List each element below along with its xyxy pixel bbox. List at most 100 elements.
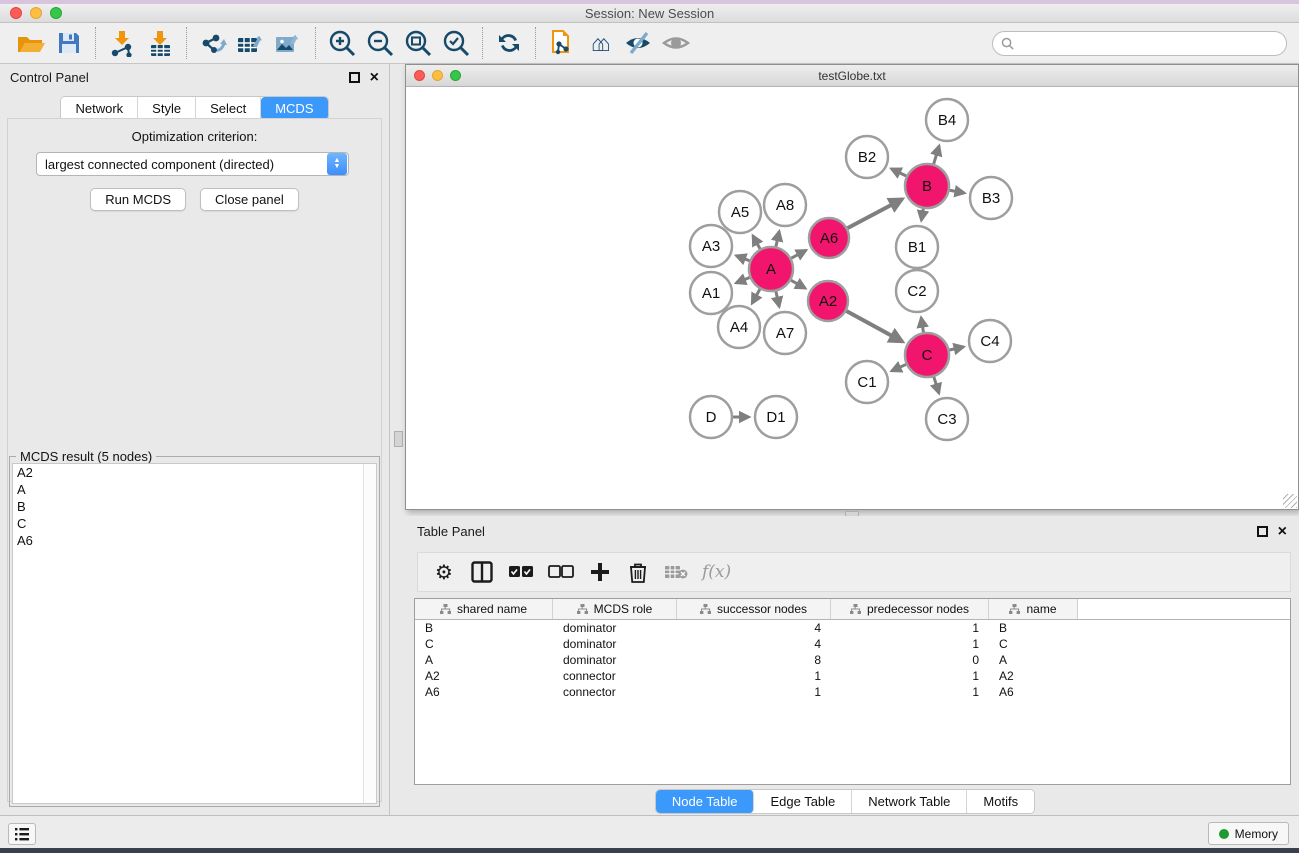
add-column-icon[interactable]: [588, 562, 612, 582]
memory-button[interactable]: Memory: [1208, 822, 1289, 845]
tab-style[interactable]: Style: [138, 97, 196, 120]
edge-C-C3[interactable]: [934, 377, 939, 393]
column-layout-icon[interactable]: [470, 561, 494, 583]
table-row[interactable]: Adominator80A: [415, 652, 1290, 668]
table-row[interactable]: A2connector11A2: [415, 668, 1290, 684]
window-resize-grip[interactable]: [1283, 494, 1297, 508]
node-B2[interactable]: B2: [846, 136, 888, 178]
table-row[interactable]: A6connector11A6: [415, 684, 1290, 700]
node-C2[interactable]: C2: [896, 270, 938, 312]
result-list-item[interactable]: A: [13, 481, 376, 498]
node-C[interactable]: C: [905, 333, 949, 377]
edge-B-B2[interactable]: [891, 169, 906, 176]
zoom-selected-button[interactable]: [437, 26, 475, 60]
table-tab-network-table[interactable]: Network Table: [852, 790, 967, 813]
node-B[interactable]: B: [905, 164, 949, 208]
delete-column-trash-icon[interactable]: [626, 562, 650, 583]
column-header-successor-nodes[interactable]: successor nodes: [677, 599, 831, 619]
result-scrollbar[interactable]: [363, 464, 376, 803]
edge-B-B3[interactable]: [950, 190, 965, 193]
table-tab-node-table[interactable]: Node Table: [656, 790, 755, 813]
select-all-columns-icon[interactable]: [508, 565, 534, 579]
close-panel-button[interactable]: Close panel: [200, 188, 299, 211]
column-header-name[interactable]: name: [989, 599, 1078, 619]
node-A2[interactable]: A2: [808, 281, 848, 321]
task-history-button[interactable]: [8, 823, 36, 845]
run-mcds-button[interactable]: Run MCDS: [90, 188, 186, 211]
zoom-out-button[interactable]: [361, 26, 399, 60]
edge-A-A5[interactable]: [753, 236, 760, 249]
save-session-button[interactable]: [50, 26, 88, 60]
node-D1[interactable]: D1: [755, 396, 797, 438]
column-header-MCDS-role[interactable]: MCDS role: [553, 599, 677, 619]
table-tab-edge-table[interactable]: Edge Table: [754, 790, 852, 813]
edge-A6-B[interactable]: [848, 199, 903, 228]
node-A4[interactable]: A4: [718, 306, 760, 348]
node-D[interactable]: D: [690, 396, 732, 438]
edge-A-A4[interactable]: [752, 289, 760, 303]
search-input[interactable]: [1019, 37, 1286, 51]
close-table-panel-icon[interactable]: ×: [1278, 526, 1287, 537]
tab-select[interactable]: Select: [196, 97, 261, 120]
show-panels-button[interactable]: [657, 26, 695, 60]
zoom-in-button[interactable]: [323, 26, 361, 60]
edge-A-A2[interactable]: [791, 280, 805, 288]
float-panel-icon[interactable]: [349, 72, 360, 83]
edge-A-A7[interactable]: [776, 291, 779, 306]
table-settings-gear-icon[interactable]: ⚙: [432, 560, 456, 584]
result-list-item[interactable]: C: [13, 515, 376, 532]
column-header-shared-name[interactable]: shared name: [415, 599, 553, 619]
table-row[interactable]: Cdominator41C: [415, 636, 1290, 652]
tab-network[interactable]: Network: [61, 97, 138, 120]
import-table-button[interactable]: [141, 26, 179, 60]
export-network-button[interactable]: [194, 26, 232, 60]
edge-C-C1[interactable]: [892, 364, 906, 370]
edge-C-C2[interactable]: [921, 318, 923, 333]
import-network-button[interactable]: [103, 26, 141, 60]
edge-A-A3[interactable]: [736, 256, 749, 261]
node-B1[interactable]: B1: [896, 226, 938, 268]
network-window-titlebar[interactable]: testGlobe.txt: [406, 65, 1298, 87]
node-C4[interactable]: C4: [969, 320, 1011, 362]
edge-C-C4[interactable]: [949, 347, 963, 350]
node-B3[interactable]: B3: [970, 177, 1012, 219]
criterion-select[interactable]: largest connected component (directed) ▲…: [36, 152, 349, 176]
edge-A-A8[interactable]: [776, 231, 779, 246]
zoom-fit-button[interactable]: [399, 26, 437, 60]
refresh-button[interactable]: [490, 26, 528, 60]
column-header-predecessor-nodes[interactable]: predecessor nodes: [831, 599, 989, 619]
float-table-panel-icon[interactable]: [1257, 526, 1268, 537]
table-tab-motifs[interactable]: Motifs: [967, 790, 1034, 813]
node-A5[interactable]: A5: [719, 191, 761, 233]
result-list-item[interactable]: A6: [13, 532, 376, 549]
vertical-split-handle[interactable]: [394, 431, 403, 447]
edge-A2-C[interactable]: [846, 311, 902, 342]
node-A6[interactable]: A6: [809, 218, 849, 258]
search-box[interactable]: [992, 31, 1287, 56]
result-list-item[interactable]: A2: [13, 464, 376, 481]
node-A[interactable]: A: [749, 247, 793, 291]
node-C3[interactable]: C3: [926, 398, 968, 440]
node-A7[interactable]: A7: [764, 312, 806, 354]
close-panel-icon[interactable]: ×: [370, 72, 379, 83]
edge-A-A1[interactable]: [736, 278, 750, 283]
node-C1[interactable]: C1: [846, 361, 888, 403]
export-table-button[interactable]: [232, 26, 270, 60]
open-file-button[interactable]: [12, 26, 50, 60]
edge-A-A6[interactable]: [791, 250, 806, 258]
edge-B-B1[interactable]: [921, 209, 923, 221]
result-list-item[interactable]: B: [13, 498, 376, 515]
export-image-button[interactable]: [270, 26, 308, 60]
table-row[interactable]: Bdominator41B: [415, 620, 1290, 636]
tab-mcds[interactable]: MCDS: [261, 97, 327, 120]
clone-network-button[interactable]: [543, 26, 581, 60]
node-A3[interactable]: A3: [690, 225, 732, 267]
node-A1[interactable]: A1: [690, 272, 732, 314]
home-button[interactable]: ⌂⌂: [581, 26, 619, 60]
node-A8[interactable]: A8: [764, 184, 806, 226]
deselect-all-columns-icon[interactable]: [548, 565, 574, 579]
node-B4[interactable]: B4: [926, 99, 968, 141]
edge-B-B4[interactable]: [934, 146, 939, 164]
network-canvas[interactable]: B4 B2 B B3 A8A5 A6 A3 B1 A A1 C2 A2 A4A7 C4 C C1 C3 D D1: [406, 87, 1298, 509]
hide-panels-button[interactable]: [619, 26, 657, 60]
